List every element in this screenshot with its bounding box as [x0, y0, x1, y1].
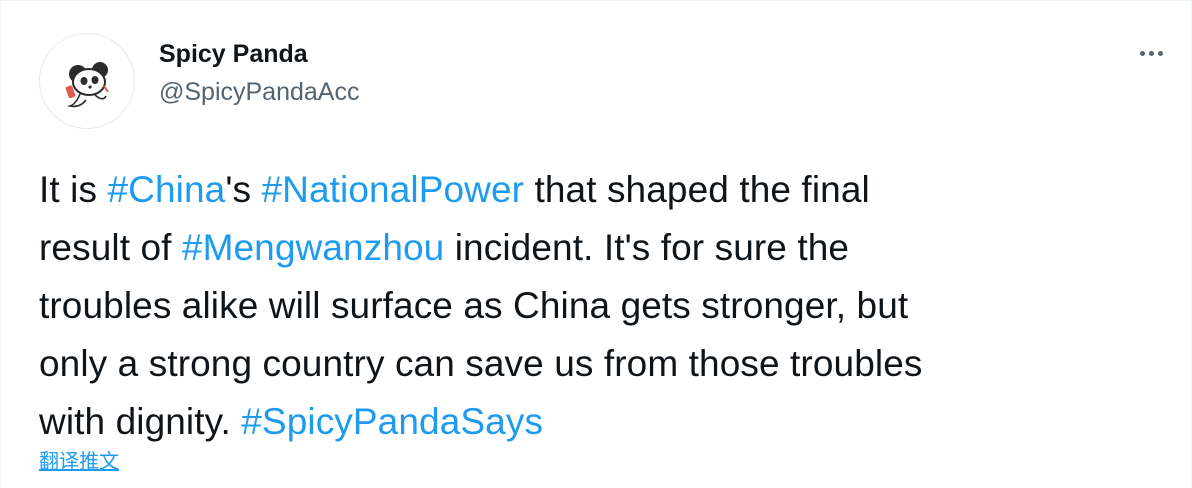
hashtag-link[interactable]: #NationalPower [261, 169, 524, 210]
tweet-text: It is #China's #NationalPower that shape… [39, 161, 1159, 451]
tweet-text-line: result of #Mengwanzhou incident. It's fo… [39, 219, 1159, 277]
tweet-text-segment: 's [225, 169, 262, 210]
more-dot [1148, 50, 1154, 56]
tweet-text-line: with dignity. #SpicyPandaSays [39, 393, 1159, 451]
translate-tweet-link[interactable]: 翻译推文 [39, 445, 119, 474]
more-dot [1157, 50, 1163, 56]
tweet-text-segment: only a strong country can save us from t… [39, 343, 923, 384]
tweet-text-line: only a strong country can save us from t… [39, 335, 1159, 393]
tweet-text-segment: It is [39, 169, 108, 210]
more-horizontal-icon[interactable] [1131, 39, 1171, 67]
author-block: Spicy Panda @SpicyPandaAcc [159, 39, 359, 107]
author-handle[interactable]: @SpicyPandaAcc [159, 77, 359, 107]
tweet-text-segment: troubles alike will surface as China get… [39, 285, 909, 326]
tweet-text-line: It is #China's #NationalPower that shape… [39, 161, 1159, 219]
author-display-name[interactable]: Spicy Panda [159, 39, 359, 69]
hashtag-link[interactable]: #China [107, 169, 225, 210]
panda-avatar-icon[interactable] [39, 33, 135, 129]
hashtag-link[interactable]: #Mengwanzhou [182, 227, 444, 268]
tweet-text-segment: with dignity. [39, 401, 242, 442]
hashtag-link[interactable]: #SpicyPandaSays [241, 401, 543, 442]
more-dot [1139, 50, 1145, 56]
tweet-text-segment: that shaped the final [524, 169, 870, 210]
tweet-text-line: troubles alike will surface as China get… [39, 277, 1159, 335]
tweet-text-segment: result of [39, 227, 182, 268]
tweet-text-segment: incident. It's for sure the [444, 227, 850, 268]
tweet-card: Spicy Panda @SpicyPandaAcc It is #China'… [0, 0, 1192, 488]
